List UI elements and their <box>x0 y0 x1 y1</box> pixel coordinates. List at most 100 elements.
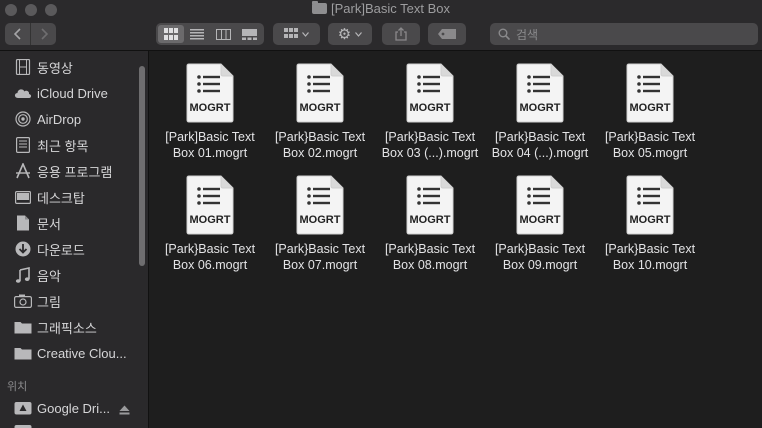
folder-icon <box>13 343 33 363</box>
file-item[interactable]: MOGRT [Park}Basic Text Box 10.mogrt <box>595 175 705 273</box>
sidebar-item-label: 음악 <box>37 268 61 284</box>
file-type-badge: MOGRT <box>190 214 231 226</box>
applications-icon <box>13 161 33 181</box>
share-icon <box>395 27 407 41</box>
file-type-badge: MOGRT <box>300 102 341 114</box>
file-item[interactable]: MOGRT [Park}Basic Text Box 05.mogrt <box>595 63 705 161</box>
mogrt-file-icon: MOGRT <box>296 175 344 235</box>
search-field[interactable]: 검색 <box>490 23 758 45</box>
eject-button[interactable] <box>119 402 130 420</box>
camera-icon <box>13 291 33 311</box>
sidebar-item-desktop[interactable]: 데스크탑 <box>13 187 85 207</box>
file-name: [Park}Basic Text Box 07.mogrt <box>265 241 375 273</box>
file-name-line1: [Park}Basic Text <box>164 242 256 256</box>
sidebar-item-label: 동영상 <box>37 60 73 76</box>
sidebar-item-airdrop[interactable]: AirDrop <box>13 109 81 129</box>
file-item[interactable]: MOGRT [Park}Basic Text Box 07.mogrt <box>265 175 375 273</box>
file-name-line2: Box 03 (...).mogrt <box>381 146 479 160</box>
mogrt-file-icon: MOGRT <box>406 63 454 123</box>
sidebar-item-label: 문서 <box>37 216 61 232</box>
sidebar-item-google-drive[interactable]: Google Dri... <box>13 398 110 418</box>
file-item[interactable]: MOGRT [Park}Basic Text Box 03 (...).mogrt <box>375 63 485 161</box>
file-item[interactable]: MOGRT [Park}Basic Text Box 08.mogrt <box>375 175 485 273</box>
mogrt-file-icon: MOGRT <box>626 63 674 123</box>
sidebar-item-applications[interactable]: 응용 프로그램 <box>13 161 112 181</box>
file-name-line2: Box 04 (...).mogrt <box>491 146 589 160</box>
mogrt-file-icon: MOGRT <box>516 63 564 123</box>
file-name-line2: Box 02.mogrt <box>282 146 358 160</box>
chevron-right-icon <box>40 28 48 40</box>
drive-icon <box>13 421 33 428</box>
chevron-down-icon <box>355 31 363 37</box>
file-name-line1: [Park}Basic Text <box>604 242 696 256</box>
sidebar-item-icloud-drive[interactable]: iCloud Drive <box>13 83 108 103</box>
file-item[interactable]: MOGRT [Park}Basic Text Box 09.mogrt <box>485 175 595 273</box>
file-type-badge: MOGRT <box>300 214 341 226</box>
mogrt-file-icon: MOGRT <box>626 175 674 235</box>
sidebar-item-downloads[interactable]: 다운로드 <box>13 239 85 259</box>
icon-view-button[interactable] <box>158 25 184 43</box>
airdrop-icon <box>13 109 33 129</box>
file-type-badge: MOGRT <box>520 214 561 226</box>
file-type-badge: MOGRT <box>190 102 231 114</box>
share-button[interactable] <box>382 23 420 45</box>
file-item[interactable]: MOGRT [Park}Basic Text Box 04 (...).mogrt <box>485 63 595 161</box>
sidebar-item-label: 그림 <box>37 294 61 310</box>
file-item[interactable]: MOGRT [Park}Basic Text Box 02.mogrt <box>265 63 375 161</box>
group-icon <box>284 28 298 38</box>
sidebar-item-creative-cloud[interactable]: Creative Clou... <box>13 343 127 363</box>
file-type-badge: MOGRT <box>630 214 671 226</box>
file-name: [Park}Basic Text Box 02.mogrt <box>265 129 375 161</box>
gallery-view-button[interactable] <box>236 25 262 43</box>
edit-tags-button[interactable] <box>428 23 466 45</box>
sidebar-item-label: Creative Clou... <box>37 345 127 361</box>
file-item[interactable]: MOGRT [Park}Basic Text Box 06.mogrt <box>155 175 265 273</box>
back-button[interactable] <box>5 23 30 45</box>
film-icon <box>13 57 33 77</box>
file-name-line2: Box 08.mogrt <box>392 258 468 272</box>
forward-button[interactable] <box>30 23 56 45</box>
sidebar-item-partial[interactable] <box>13 421 37 428</box>
chevron-down-icon <box>302 31 309 37</box>
sidebar-item-recents[interactable]: 최근 항목 <box>13 135 88 155</box>
sidebar-item-music[interactable]: 음악 <box>13 265 61 285</box>
mogrt-file-icon: MOGRT <box>406 175 454 235</box>
file-name-line2: Box 07.mogrt <box>282 258 358 272</box>
group-by-button[interactable] <box>273 23 320 45</box>
gear-icon: ⚙ <box>337 25 352 43</box>
file-name-line2: Box 09.mogrt <box>502 258 578 272</box>
file-item[interactable]: MOGRT [Park]Basic Text Box 01.mogrt <box>155 63 265 161</box>
folder-icon <box>312 1 327 14</box>
chevron-left-icon <box>13 28 21 40</box>
file-name-line1: [Park}Basic Text <box>604 130 696 144</box>
gallery-view-icon <box>241 28 257 40</box>
sidebar-item-label: 최근 항목 <box>37 138 89 154</box>
sidebar-item-label: AirDrop <box>37 111 82 127</box>
recents-icon <box>13 135 33 155</box>
file-name-line1: [Park}Basic Text <box>384 130 476 144</box>
sidebar-item-label: 다운로드 <box>37 242 85 258</box>
sidebar-scrollbar[interactable] <box>139 66 145 266</box>
sidebar-item-graphic-source[interactable]: 그래픽소스 <box>13 317 97 337</box>
drive-icon <box>13 398 33 418</box>
cloud-icon <box>13 83 33 103</box>
sidebar-item-movies[interactable]: 동영상 <box>13 57 73 77</box>
sidebar-item-label: 데스크탑 <box>37 190 85 206</box>
file-name: [Park}Basic Text Box 10.mogrt <box>595 241 705 273</box>
sidebar-item-documents[interactable]: 문서 <box>13 213 61 233</box>
file-name-line1: [Park}Basic Text <box>274 130 366 144</box>
folder-icon <box>13 317 33 337</box>
file-type-badge: MOGRT <box>410 214 451 226</box>
file-name: [Park}Basic Text Box 05.mogrt <box>595 129 705 161</box>
window-title-text: [Park]Basic Text Box <box>331 1 450 16</box>
mogrt-file-icon: MOGRT <box>186 175 234 235</box>
sidebar-item-label: iCloud Drive <box>37 85 108 101</box>
file-name-line1: [Park}Basic Text <box>274 242 366 256</box>
file-grid: MOGRT [Park]Basic Text Box 01.mogrt MOGRT [P… <box>149 51 762 428</box>
action-menu-button[interactable]: ⚙ <box>328 23 372 45</box>
file-name: [Park]Basic Text Box 01.mogrt <box>155 129 265 161</box>
column-view-button[interactable] <box>210 25 236 43</box>
sidebar-item-pictures[interactable]: 그림 <box>13 291 61 311</box>
list-view-button[interactable] <box>184 25 210 43</box>
sidebar-item-label: Google Dri... <box>37 400 110 416</box>
